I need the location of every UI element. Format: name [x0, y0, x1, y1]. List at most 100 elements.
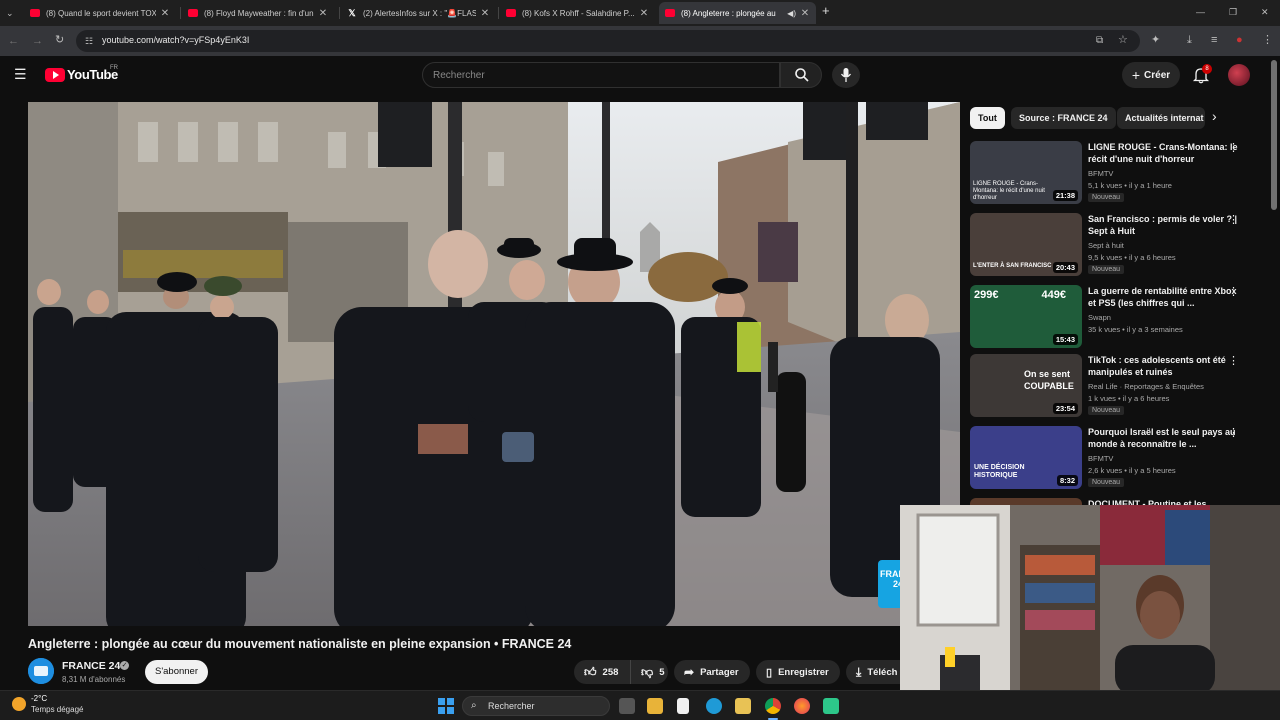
channel-name[interactable]: FRANCE 24 — [62, 660, 120, 672]
tab-title: (8) Quand le sport devient TOXIQUE — [46, 8, 156, 18]
more-options-icon[interactable]: ⋮ — [1228, 213, 1239, 226]
download-button[interactable]: ⤓ Téléch — [846, 660, 900, 684]
close-icon[interactable]: ✕ — [480, 8, 490, 19]
search-icon: ⌕ — [471, 700, 477, 711]
more-options-icon[interactable]: ⋮ — [1228, 426, 1239, 439]
video-thumbnail[interactable]: L'ENTER À SAN FRANCISC 20:43 — [970, 213, 1082, 276]
more-options-icon[interactable]: ⋮ — [1228, 285, 1239, 298]
extensions-icon[interactable]: ✦ — [1151, 34, 1160, 46]
address-bar[interactable]: ☷ youtube.com/watch?v=yFSp4yEnK3I ⧉ ☆ — [76, 30, 1140, 52]
voice-search-button[interactable] — [832, 62, 860, 88]
page-scrollbar[interactable] — [1271, 60, 1277, 210]
media-control-icon[interactable]: ≡ — [1211, 34, 1217, 46]
tab-list-chevron-icon[interactable]: ⌄ — [6, 7, 14, 19]
thumbnail-caption: 299€ 449€ — [974, 289, 1066, 301]
youtube-logo-icon[interactable] — [45, 68, 65, 82]
forward-icon[interactable]: → — [32, 35, 43, 47]
site-info-icon[interactable]: ☷ — [85, 35, 93, 47]
close-icon[interactable]: ✕ — [160, 8, 170, 19]
youtube-icon — [665, 9, 675, 17]
video-thumbnail[interactable]: LIGNE ROUGE - Crans-Montana: le récit d'… — [970, 141, 1082, 204]
chevron-right-icon[interactable]: › — [1212, 108, 1217, 124]
close-icon[interactable]: ✕ — [318, 8, 328, 19]
duration-badge: 20:43 — [1052, 262, 1078, 273]
reload-icon[interactable]: ↻ — [55, 34, 64, 46]
chrome-icon[interactable] — [765, 698, 781, 714]
new-tab-button[interactable]: + — [822, 4, 830, 17]
recommendation-channel: Swapn — [1088, 313, 1111, 322]
close-window-icon[interactable]: ✕ — [1261, 6, 1269, 18]
dislike-count: 5 — [659, 666, 665, 678]
recommendation-meta: 9,5 k vues • il y a 6 heures — [1088, 253, 1176, 262]
profile-icon[interactable]: ● — [1236, 34, 1243, 46]
weather-description[interactable]: Temps dégagé — [31, 705, 83, 714]
browser-menu-icon[interactable]: ⋮ — [1262, 34, 1273, 46]
chip-all[interactable]: Tout — [970, 107, 1005, 129]
new-badge: Nouveau — [1088, 406, 1125, 415]
more-options-icon[interactable]: ⋮ — [1228, 141, 1239, 154]
channel-avatar[interactable] — [28, 658, 54, 684]
browser-tab-1[interactable]: (8) Quand le sport devient TOXIQUE ✕ — [24, 2, 176, 24]
cast-icon[interactable]: ⧉ — [1096, 35, 1103, 47]
video-thumbnail[interactable]: 299€ 449€ 15:43 — [970, 285, 1082, 348]
speaker-icon[interactable]: ◀) — [787, 9, 796, 18]
tab-title: (8) Floyd Mayweather : fin d'une — [204, 8, 314, 18]
browser-tab-5-active[interactable]: (8) Angleterre : plongée au ◀) ✕ — [659, 2, 816, 24]
download-label: Téléch — [867, 666, 898, 678]
youtube-header: ☰ YouTube FR Rechercher + Créer 8 — [0, 56, 1280, 96]
windows-start-icon[interactable] — [438, 698, 454, 714]
thumbnail-caption: LIGNE ROUGE - Crans-Montana: le récit d'… — [973, 181, 1045, 201]
recommendation-item[interactable]: L'ENTER À SAN FRANCISC 20:43 San Francis… — [970, 213, 1270, 279]
save-label: Enregistrer — [778, 666, 829, 678]
more-options-icon[interactable]: ⋮ — [1228, 354, 1239, 367]
close-icon[interactable]: ✕ — [800, 8, 810, 19]
weather-icon[interactable] — [12, 697, 26, 711]
like-button[interactable]: 👍︎ 258 — [574, 660, 630, 684]
share-label: Partager — [700, 666, 739, 678]
task-view-icon[interactable] — [619, 698, 635, 714]
chip-international-news[interactable]: Actualités internat — [1117, 107, 1205, 129]
recommendation-item[interactable]: 299€ 449€ 15:43 La guerre de rentabilité… — [970, 285, 1270, 351]
hamburger-menu-icon[interactable]: ☰ — [14, 67, 27, 81]
browser-tab-2[interactable]: (8) Floyd Mayweather : fin d'une ✕ — [182, 2, 334, 24]
plus-icon: + — [1131, 67, 1141, 83]
edge-icon[interactable] — [706, 698, 722, 714]
recommendation-item[interactable]: UNE DÉCISION HISTORIQUE 8:32 Pourquoi Is… — [970, 426, 1270, 492]
back-icon[interactable]: ← — [8, 35, 19, 47]
create-button[interactable]: + Créer — [1122, 62, 1180, 88]
duration-badge: 8:32 — [1056, 475, 1078, 486]
recommendation-title: San Francisco : permis de voler ? | Sept… — [1088, 214, 1238, 236]
browser-tab-3[interactable]: 𝕏 (2) AlertesInfos sur X : "🚨FLASH ✕ — [341, 2, 496, 24]
minimize-icon[interactable]: — — [1196, 6, 1205, 18]
notepad-icon[interactable] — [677, 698, 689, 714]
search-button[interactable] — [780, 62, 822, 88]
taskbar-search-box[interactable]: ⌕ Rechercher — [462, 696, 610, 716]
firefox-icon[interactable] — [794, 698, 810, 714]
close-icon[interactable]: ✕ — [639, 8, 649, 19]
download-icon[interactable]: ⤓ — [1187, 34, 1192, 46]
recommendation-title: LIGNE ROUGE - Crans-Montana: le récit d'… — [1088, 142, 1238, 164]
app-icon[interactable] — [823, 698, 839, 714]
video-thumbnail[interactable]: UNE DÉCISION HISTORIQUE 8:32 — [970, 426, 1082, 489]
file-explorer-icon[interactable] — [647, 698, 663, 714]
save-button[interactable]: ▯ Enregistrer — [756, 660, 840, 684]
video-player[interactable]: FRANCE 24 — [28, 102, 960, 626]
youtube-icon — [30, 9, 40, 17]
search-input[interactable]: Rechercher — [422, 62, 780, 88]
windows-taskbar: -2°C Temps dégagé ⌕ Rechercher — [0, 690, 1280, 720]
restore-icon[interactable]: ❐ — [1229, 6, 1237, 18]
video-thumbnail[interactable]: On se sent COUPABLE 23:54 — [970, 354, 1082, 417]
duration-badge: 23:54 — [1052, 403, 1078, 414]
dislike-button[interactable]: 👎︎ 5 — [630, 660, 668, 684]
recommendation-item[interactable]: LIGNE ROUGE - Crans-Montana: le récit d'… — [970, 141, 1270, 207]
chip-source-france24[interactable]: Source : FRANCE 24 — [1011, 107, 1116, 129]
video-frame — [28, 102, 960, 626]
share-button[interactable]: ➦ Partager — [674, 660, 750, 684]
account-avatar[interactable] — [1228, 64, 1250, 86]
store-icon[interactable] — [735, 698, 751, 714]
subscribe-button[interactable]: S'abonner — [145, 660, 208, 684]
browser-tab-4[interactable]: (8) Kofs X Rohff - Salahdine P... ✕ — [500, 2, 655, 24]
weather-temperature[interactable]: -2°C — [31, 694, 47, 703]
recommendation-item[interactable]: On se sent COUPABLE 23:54 TikTok : ces a… — [970, 354, 1270, 420]
bookmark-star-icon[interactable]: ☆ — [1118, 34, 1128, 46]
